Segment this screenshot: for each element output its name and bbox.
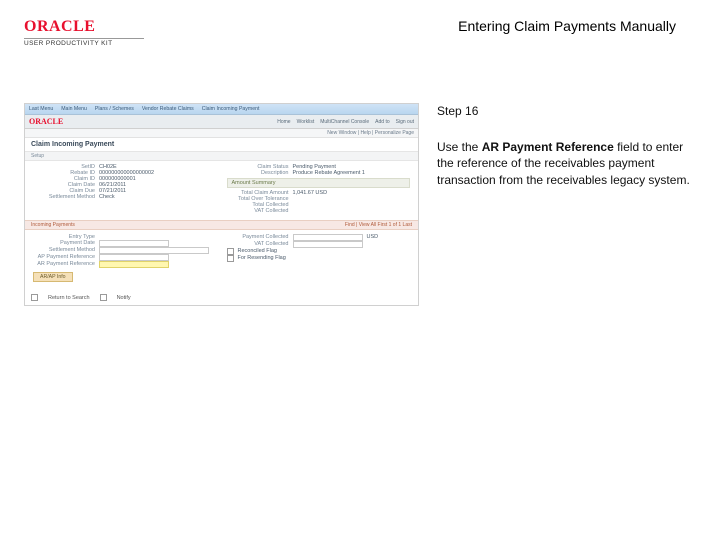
section-title: Claim Incoming Payment	[25, 138, 418, 151]
breadcrumb-item[interactable]: Vendor Rebate Claims	[142, 106, 194, 112]
currency-label: USD	[367, 234, 379, 241]
utility-links[interactable]: New Window | Help | Personalize Page	[25, 129, 418, 138]
resending-checkbox[interactable]	[227, 255, 234, 262]
footer-actions: Return to Search Notify	[25, 290, 418, 305]
reconciled-checkbox[interactable]	[227, 248, 234, 255]
breadcrumb: Last Menu Main Menu Plans / Schemes Vend…	[25, 104, 418, 115]
checkbox-label: For Resending Flag	[238, 255, 286, 262]
breadcrumb-item[interactable]: Claim Incoming Payment	[202, 106, 260, 112]
toplink[interactable]: Worklist	[297, 119, 315, 125]
ap-payment-reference-input[interactable]	[99, 254, 169, 261]
toplink[interactable]: Add to	[375, 119, 389, 125]
field-label: Description	[227, 170, 289, 176]
checkbox-label: Reconciled Flag	[238, 248, 277, 255]
breadcrumb-item[interactable]: Main Menu	[61, 106, 87, 112]
instruction-text: Use the AR Payment Reference field to en…	[437, 139, 696, 188]
settlement-method-select[interactable]	[99, 247, 209, 254]
payment-date-input[interactable]	[99, 240, 169, 247]
oracle-logo-small: ORACLE	[29, 117, 63, 126]
grid-pager[interactable]: Find | View All First 1 of 1 Last	[345, 222, 412, 228]
field-value: Produce Rebate Agreement 1	[293, 170, 365, 176]
field-label: Payment Date	[33, 240, 95, 247]
field-label: Settlement Method	[33, 194, 95, 200]
return-to-search-link[interactable]: Return to Search	[48, 295, 90, 301]
ar-ap-info-button[interactable]: AR/AP Info	[33, 272, 73, 282]
breadcrumb-item[interactable]: Plans / Schemes	[95, 106, 134, 112]
incoming-payments-label: Incoming Payments	[31, 222, 75, 228]
logo-block: ORACLE USER PRODUCTIVITY KIT	[24, 18, 164, 47]
app-screenshot: Last Menu Main Menu Plans / Schemes Vend…	[24, 103, 419, 306]
toplink[interactable]: Home	[277, 119, 290, 125]
brand-bar: ORACLE Home Worklist MultiChannel Consol…	[25, 115, 418, 129]
incoming-payments-bar: Incoming Payments Find | View All First …	[25, 220, 418, 230]
instruction-pane: Step 16 Use the AR Payment Reference fie…	[437, 103, 696, 306]
subsection-bar: Setup	[25, 151, 418, 161]
amount-summary-heading: Amount Summary	[227, 178, 411, 188]
payment-collected-input[interactable]	[293, 234, 363, 241]
breadcrumb-item[interactable]: Last Menu	[29, 106, 53, 112]
field-value: Check	[99, 194, 115, 200]
return-icon	[31, 294, 38, 301]
toplink[interactable]: Sign out	[396, 119, 414, 125]
field-label: AR Payment Reference	[33, 261, 95, 268]
page-title: Entering Claim Payments Manually	[458, 18, 696, 34]
oracle-logo: ORACLE	[24, 18, 164, 36]
field-label: Settlement Method	[33, 247, 95, 254]
field-label: VAT Collected	[227, 208, 289, 214]
field-label: Payment Collected	[227, 234, 289, 241]
field-label: VAT Collected	[227, 241, 289, 248]
header: ORACLE USER PRODUCTIVITY KIT Entering Cl…	[0, 0, 720, 53]
toplink[interactable]: MultiChannel Console	[320, 119, 369, 125]
vat-collected-input[interactable]	[293, 241, 363, 248]
ar-payment-reference-input[interactable]	[99, 261, 169, 268]
logo-subtitle: USER PRODUCTIVITY KIT	[24, 38, 144, 47]
field-label: AP Payment Reference	[33, 254, 95, 261]
field-value: 1,041.67 USD	[293, 190, 328, 196]
notify-link[interactable]: Notify	[117, 295, 131, 301]
notify-icon	[100, 294, 107, 301]
highlighted-field-name: AR Payment Reference	[482, 140, 614, 154]
step-number: Step 16	[437, 103, 696, 119]
